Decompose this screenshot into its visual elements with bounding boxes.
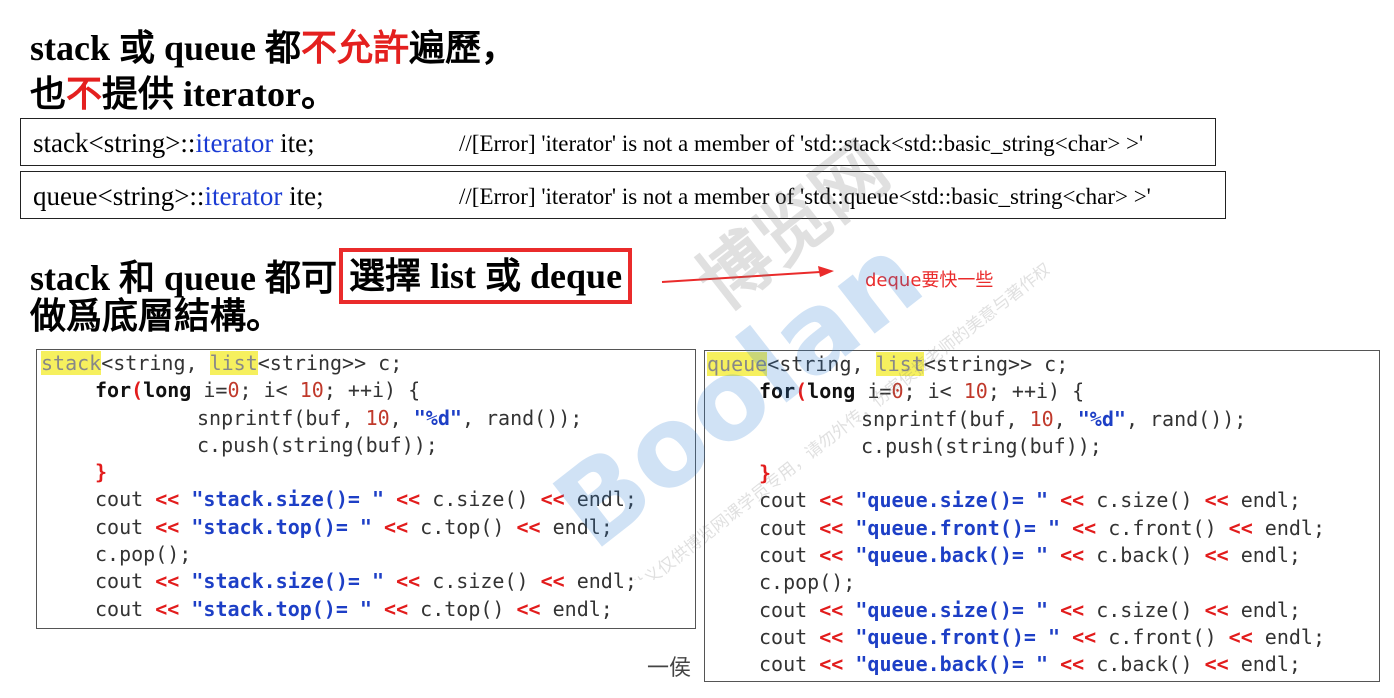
highlight-box: 選擇 list 或 deque (339, 248, 633, 304)
code-line: cout << "stack.size()= " << c.size() << … (95, 487, 637, 512)
code-line: cout << "queue.back()= " << c.back() << … (759, 652, 1301, 677)
error-declaration: queue<string>::iterator ite; (33, 181, 324, 211)
queue-iterator-error-box: queue<string>::iterator ite; //[Error] '… (20, 171, 1226, 219)
code-line: for(long i=0; i< 10; ++i) { (759, 379, 1085, 404)
code-line: for(long i=0; i< 10; ++i) { (95, 378, 421, 403)
heading-line-2: 也不提供 iterator。 (30, 72, 337, 116)
code-line: cout << "queue.front()= " << c.front() <… (759, 624, 1325, 649)
heading-text: 也 (30, 74, 67, 114)
stack-code-box: stack<string, list<string>> c; for(long … (36, 349, 696, 629)
heading-line-4: 做爲底層結構。 (30, 296, 283, 336)
heading-line-1: stack 或 queue 都不允許遍歷， (30, 26, 517, 70)
code-line: } (759, 461, 772, 486)
code-line: cout << "queue.back()= " << c.back() << … (759, 543, 1301, 568)
code-line: } (95, 460, 108, 485)
heading-text: 遍歷， (409, 28, 518, 68)
code-line: c.pop(); (95, 542, 192, 567)
code-line: snprintf(buf, 10, "%d", rand()); (861, 406, 1247, 431)
code-line: cout << "stack.size()= " << c.size() << … (95, 569, 637, 594)
error-message: //[Error] 'iterator' is not a member of … (459, 184, 1151, 209)
heading-text: stack 或 queue 都 (30, 28, 302, 68)
code-line: stack<string, list<string>> c; (41, 351, 403, 375)
arrow-icon (661, 266, 834, 283)
code-line: cout << "queue.size()= " << c.size() << … (759, 597, 1301, 622)
queue-code-box: queue<string, list<string>> c; for(long … (704, 350, 1380, 682)
error-message: //[Error] 'iterator' is not a member of … (459, 131, 1144, 156)
error-declaration: stack<string>::iterator ite; (33, 128, 315, 158)
code-line: queue<string, list<string>> c; (707, 352, 1069, 376)
heading-text: stack 和 queue 都可 (30, 258, 338, 298)
code-line: cout << "queue.size()= " << c.size() << … (759, 488, 1301, 513)
footer-author: 一侯 (647, 656, 692, 681)
code-line: c.pop(); (759, 570, 856, 595)
code-line: cout << "stack.top()= " << c.top() << en… (95, 596, 613, 621)
heading-text: 提供 iterator。 (102, 74, 337, 114)
code-line: cout << "queue.front()= " << c.front() <… (759, 515, 1325, 540)
stack-iterator-error-box: stack<string>::iterator ite; //[Error] '… (20, 118, 1216, 166)
annotation-note: deque要快一些 (865, 270, 994, 291)
heading-emphasis: 不 (66, 74, 103, 114)
code-line: cout << "stack.top()= " << c.top() << en… (95, 514, 613, 539)
heading-emphasis: 不允許 (301, 28, 410, 68)
code-line: c.push(string(buf)); (861, 433, 1102, 458)
